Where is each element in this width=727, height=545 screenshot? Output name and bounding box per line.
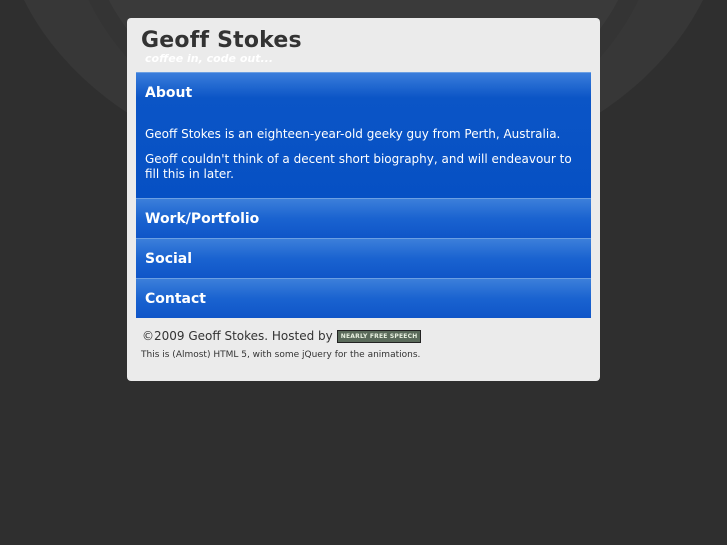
site-title: Geoff Stokes [141,28,302,53]
section-contact: Contact [136,278,591,318]
copyright-text: ©2009 Geoff Stokes. Hosted by [142,329,333,343]
about-paragraph: Geoff Stokes is an eighteen-year-old gee… [145,127,561,141]
section-about: About Geoff Stokes is an eighteen-year-o… [136,72,591,198]
about-paragraph: Geoff couldn't think of a decent short b… [145,152,572,181]
section-header-contact[interactable]: Contact [136,279,591,318]
footer-note: This is (Almost) HTML 5, with some jQuer… [141,350,421,360]
footer-copyright: ©2009 Geoff Stokes. Hosted by NEARLY FRE… [142,329,592,343]
section-work-portfolio: Work/Portfolio [136,198,591,238]
site-tagline: coffee in, code out... [145,52,274,65]
section-social: Social [136,238,591,278]
section-body-about: Geoff Stokes is an eighteen-year-old gee… [136,112,591,198]
host-badge-link[interactable]: NEARLY FREE SPEECH [336,329,422,343]
section-header-social[interactable]: Social [136,239,591,278]
accordion: About Geoff Stokes is an eighteen-year-o… [136,72,591,318]
main-panel: Geoff Stokes coffee in, code out... Abou… [127,18,600,381]
section-header-work-portfolio[interactable]: Work/Portfolio [136,199,591,238]
section-header-about[interactable]: About [136,73,591,112]
